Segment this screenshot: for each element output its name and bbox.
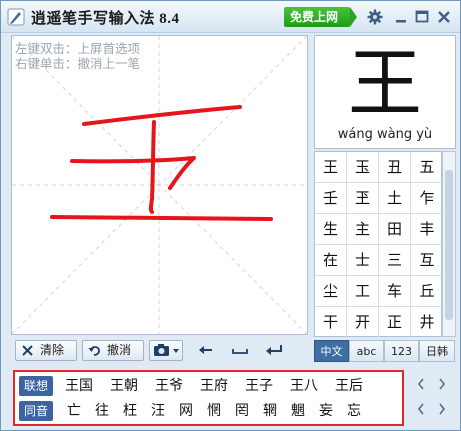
gear-icon[interactable] [367, 9, 383, 25]
stroke-4 [50, 215, 273, 221]
homophone-next-icon[interactable] [435, 400, 449, 418]
handwriting-canvas[interactable]: 左键双击：上屏首选项 右键单击：撤消上一笔 [11, 35, 308, 335]
pinyin-readings: wáng wàng yù [337, 127, 433, 142]
candidate-cell[interactable]: 生 [315, 214, 347, 245]
candidate-cell[interactable]: 王 [315, 152, 347, 183]
candidate-cell[interactable]: 士 [347, 245, 379, 276]
enter-key-icon[interactable] [263, 341, 285, 359]
window-title: 逍遥笔手写输入法 8.4 [31, 11, 180, 27]
candidate-cell[interactable]: 井 [411, 307, 443, 338]
tab-japanese-korean[interactable]: 日韩 [419, 340, 455, 362]
association-word[interactable]: 王子 [245, 375, 273, 397]
homophone-char[interactable]: 网 [179, 400, 193, 422]
tab-123[interactable]: 123 [384, 340, 419, 362]
association-next-icon[interactable] [435, 375, 449, 393]
candidate-cell[interactable]: 丑 [379, 152, 411, 183]
close-icon[interactable] [436, 9, 452, 25]
candidate-cell[interactable]: 壬 [315, 183, 347, 214]
camera-icon [154, 344, 179, 356]
candidate-cell[interactable]: 正 [379, 307, 411, 338]
tab-chinese[interactable]: 中文 [314, 340, 349, 362]
minimize-icon[interactable] [393, 9, 409, 25]
homophone-label: 同音 [19, 401, 53, 421]
scrollbar-thumb[interactable] [445, 170, 453, 320]
writing-strokes [12, 36, 307, 334]
undo-label: 撤消 [107, 343, 132, 357]
clear-label: 清除 [40, 343, 65, 357]
candidate-cell[interactable]: 开 [347, 307, 379, 338]
stroke-2 [148, 120, 156, 214]
homophone-char[interactable]: 魍 [291, 400, 305, 422]
candidate-scrollbar[interactable] [442, 151, 456, 337]
homophone-char[interactable]: 罔 [235, 400, 249, 422]
candidate-cell[interactable]: 土 [379, 183, 411, 214]
stroke-1 [82, 105, 242, 126]
space-key-icon[interactable] [229, 341, 251, 359]
homophone-char[interactable]: 辋 [263, 400, 277, 422]
candidate-cell[interactable]: 玊 [347, 183, 379, 214]
screenshot-button[interactable] [149, 340, 183, 361]
homophone-char[interactable]: 惘 [207, 400, 221, 422]
association-prev-icon[interactable] [414, 375, 428, 393]
free-internet-button[interactable]: 免费上网 [284, 7, 357, 27]
homophone-char[interactable]: 亡 [67, 400, 81, 422]
candidate-cell[interactable]: 车 [379, 276, 411, 307]
association-word[interactable]: 王朝 [110, 375, 138, 397]
association-word[interactable]: 王国 [65, 375, 93, 397]
undo-icon [88, 346, 100, 356]
association-word[interactable]: 王爷 [155, 375, 183, 397]
candidate-grid: 王 玉 丑 五 壬 玊 土 乍 生 主 田 丰 在 士 三 互 尘 工 车 丘 … [314, 151, 443, 338]
candidate-cell[interactable]: 在 [315, 245, 347, 276]
homophone-prev-icon[interactable] [414, 400, 428, 418]
homophone-char[interactable]: 往 [95, 400, 109, 422]
association-word[interactable]: 王后 [335, 375, 363, 397]
tab-abc[interactable]: abc [349, 340, 384, 362]
candidate-cell[interactable]: 干 [315, 307, 347, 338]
title-bar[interactable]: 逍遥笔手写输入法 8.4 免费上网 [1, 1, 460, 33]
candidate-cell[interactable]: 乍 [411, 183, 443, 214]
candidate-cell[interactable]: 主 [347, 214, 379, 245]
association-label: 联想 [19, 376, 53, 396]
candidate-bar: 联想 王国 王朝 王爷 王府 王子 王八 王后 同音 亡 往 枉 汪 网 惘 罔… [13, 370, 404, 426]
character-preview: 王 wáng wàng yù [314, 35, 456, 149]
candidate-cell[interactable]: 田 [379, 214, 411, 245]
candidate-cell[interactable]: 互 [411, 245, 443, 276]
pen-app-icon [7, 8, 25, 26]
stroke-3 [70, 156, 196, 190]
clear-button[interactable]: 清除 [15, 340, 77, 361]
candidate-cell[interactable]: 三 [379, 245, 411, 276]
hint-right-click: 右键单击：撤消上一笔 [15, 56, 141, 71]
homophone-char[interactable]: 汪 [151, 400, 165, 422]
candidate-cell[interactable]: 玉 [347, 152, 379, 183]
maximize-icon[interactable] [414, 9, 430, 25]
candidate-cell[interactable]: 丘 [411, 276, 443, 307]
handwriting-ime-window: 逍遥笔手写输入法 8.4 免费上网 左键双击：上屏首选项 右键单击：撤消上一笔 … [0, 0, 461, 431]
candidate-cell[interactable]: 五 [411, 152, 443, 183]
arrow-left-icon[interactable] [195, 341, 217, 359]
association-word[interactable]: 王八 [290, 375, 318, 397]
preview-character: 王 [348, 41, 422, 127]
candidate-cell[interactable]: 工 [347, 276, 379, 307]
x-icon [22, 345, 33, 356]
undo-button[interactable]: 撤消 [82, 340, 144, 361]
candidate-cell[interactable]: 丰 [411, 214, 443, 245]
homophone-char[interactable]: 妄 [319, 400, 333, 422]
homophone-char[interactable]: 枉 [123, 400, 137, 422]
association-word[interactable]: 王府 [200, 375, 228, 397]
input-mode-tabs: 中文 abc 123 日韩 [314, 340, 456, 362]
candidate-cell[interactable]: 尘 [315, 276, 347, 307]
homophone-char[interactable]: 忘 [347, 400, 361, 422]
